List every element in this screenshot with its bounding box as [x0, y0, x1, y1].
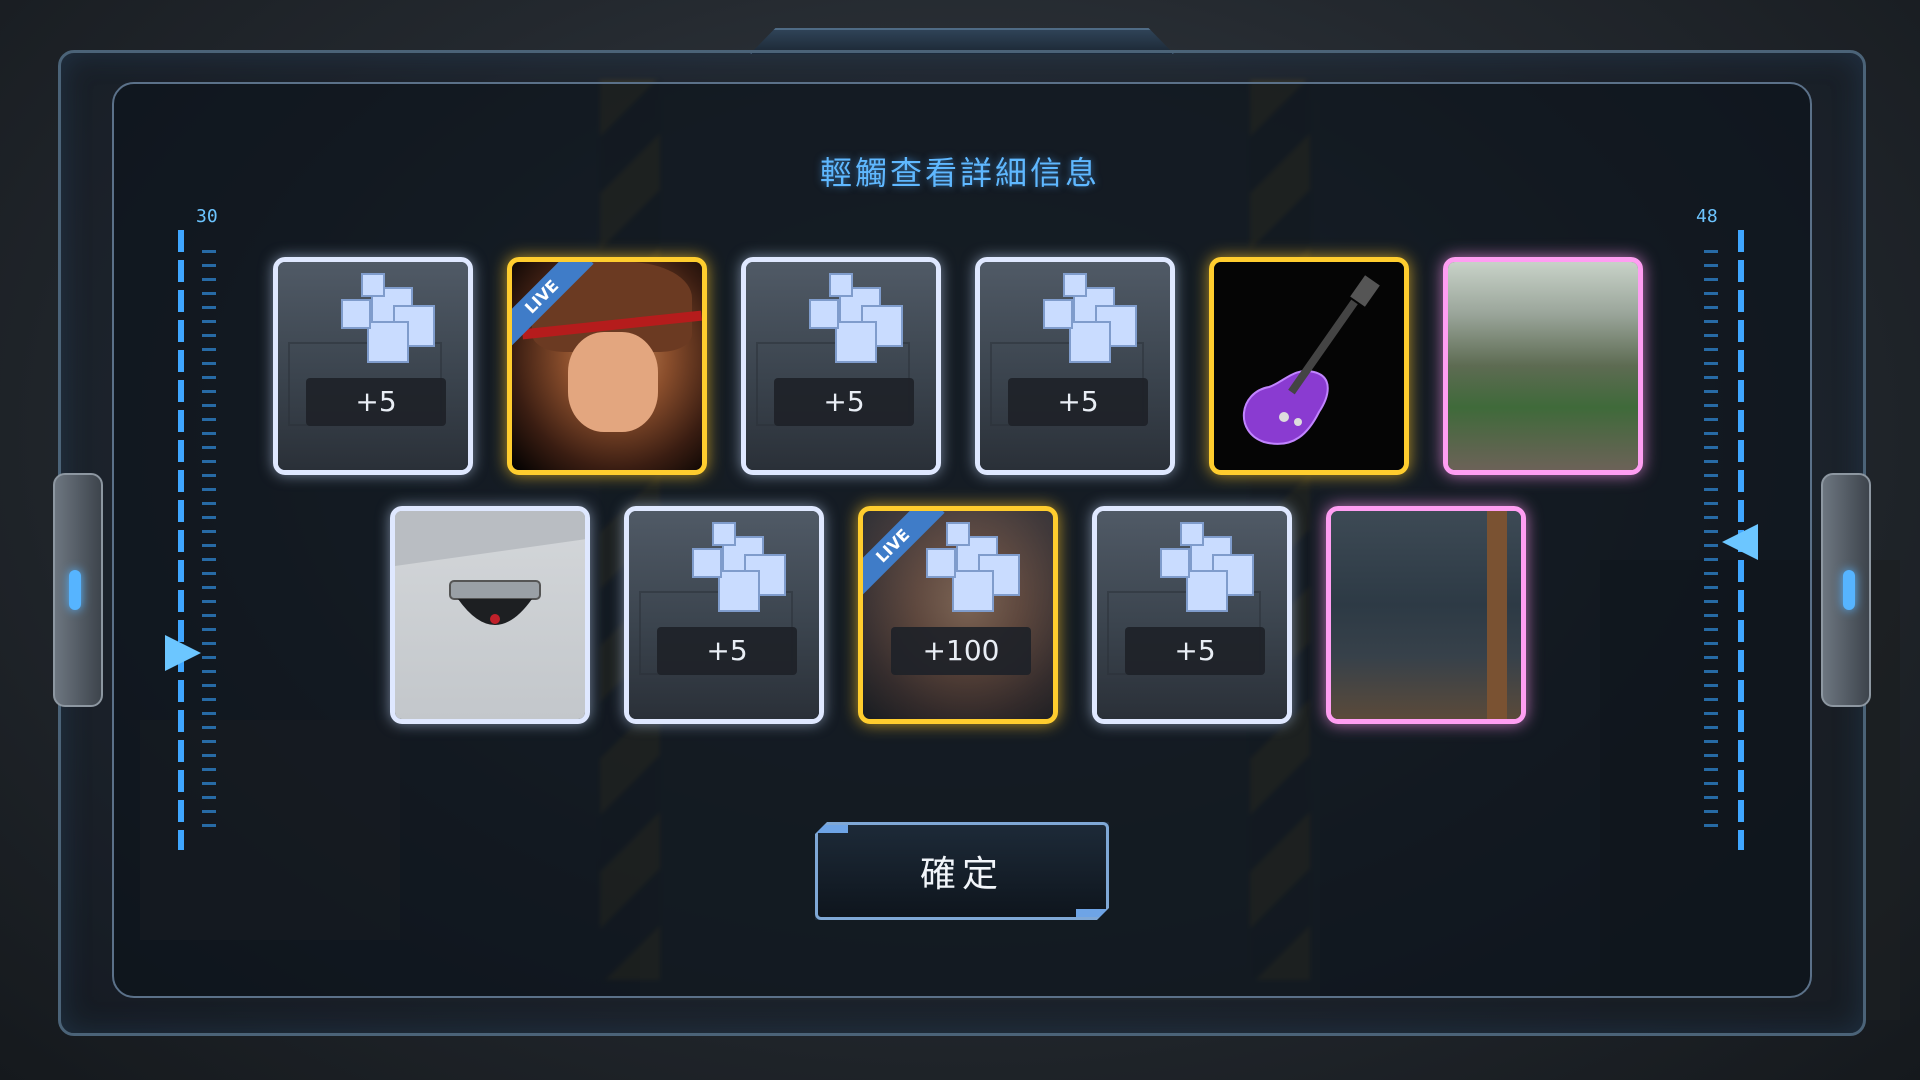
right-arrow-marker-icon: [1722, 524, 1758, 560]
cube-icon: [926, 522, 1020, 612]
reward-item-scene-dusk[interactable]: [1326, 506, 1526, 724]
item-amount: +5: [1125, 627, 1265, 675]
clamp-light: [1843, 570, 1855, 610]
character-face: [568, 332, 658, 432]
left-arrow-marker-icon: [165, 635, 201, 671]
cube-icon: [1160, 522, 1254, 612]
left-gauge: 30: [166, 206, 226, 850]
scene-field-image: [1448, 262, 1638, 470]
left-gauge-value: 30: [196, 206, 218, 227]
reward-item-cube[interactable]: +5: [273, 257, 473, 475]
reward-item-cube[interactable]: +5: [1092, 506, 1292, 724]
frame-clamp-right: [1821, 473, 1871, 707]
gauge-bar: [178, 230, 184, 850]
reward-item-cube[interactable]: +5: [741, 257, 941, 475]
frame-clamp-left: [53, 473, 103, 707]
scene-dusk-image: [1331, 511, 1521, 719]
item-amount: +5: [657, 627, 797, 675]
reward-item-cube[interactable]: +5: [975, 257, 1175, 475]
item-amount: +5: [306, 378, 446, 426]
reward-item-cube-live[interactable]: LIVE +100: [858, 506, 1058, 724]
gauge-ticks: [202, 250, 216, 830]
item-amount: +100: [891, 627, 1031, 675]
page-title: 輕觸查看詳細信息: [819, 154, 1100, 192]
cube-icon: [341, 273, 435, 363]
confirm-button[interactable]: 確定: [815, 822, 1109, 920]
right-gauge-value: 48: [1696, 206, 1718, 227]
reward-item-character[interactable]: LIVE: [507, 257, 707, 475]
gauge-ticks: [1704, 250, 1718, 830]
guitar-icon: [1242, 275, 1380, 445]
wooden-post: [1487, 511, 1507, 719]
reward-item-guitar[interactable]: [1209, 257, 1409, 475]
security-camera-icon: [449, 580, 541, 625]
reward-item-camera[interactable]: [390, 506, 590, 724]
cube-icon: [1043, 273, 1137, 363]
clamp-light: [69, 570, 81, 610]
item-amount: +5: [774, 378, 914, 426]
confirm-button-label: 確定: [919, 854, 1004, 895]
item-amount: +5: [1008, 378, 1148, 426]
cube-icon: [692, 522, 786, 612]
reward-item-cube[interactable]: +5: [624, 506, 824, 724]
reward-item-scene-field[interactable]: [1443, 257, 1643, 475]
cube-icon: [809, 273, 903, 363]
